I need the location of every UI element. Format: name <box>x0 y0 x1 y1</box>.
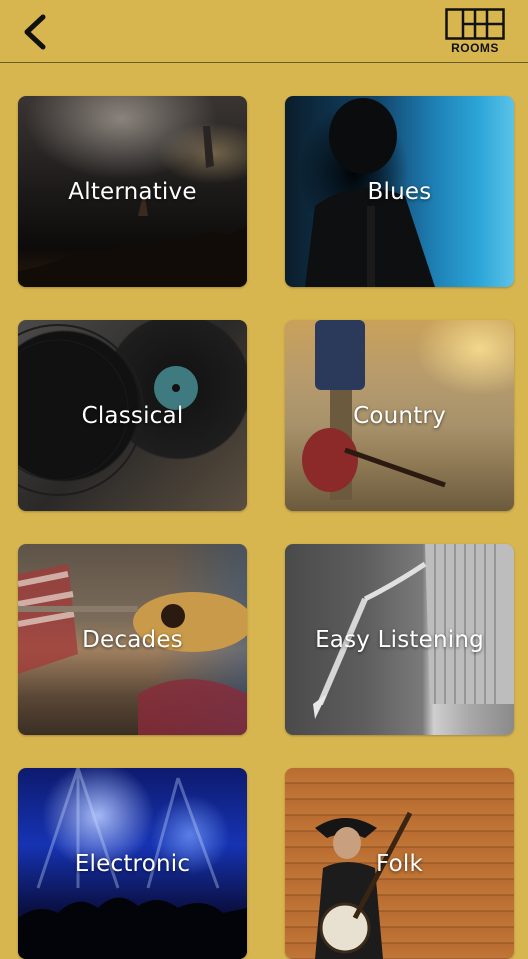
logo-mark-icon <box>445 8 505 40</box>
genre-label: Easy Listening <box>315 626 484 653</box>
genre-label: Decades <box>82 626 183 653</box>
genre-tile-decades[interactable]: Decades <box>18 544 247 735</box>
genre-tile-electronic[interactable]: Electronic <box>18 768 247 959</box>
genre-label: Blues <box>367 178 432 205</box>
top-bar: ROOMS <box>0 0 528 63</box>
logo-text: ROOMS <box>451 41 499 55</box>
back-button[interactable] <box>14 12 54 52</box>
genre-tile-easy-listening[interactable]: Easy Listening <box>285 544 514 735</box>
genre-label: Classical <box>81 402 184 429</box>
genre-tile-folk[interactable]: Folk <box>285 768 514 959</box>
genre-tile-alternative[interactable]: Alternative <box>18 96 247 287</box>
chevron-left-icon <box>24 14 46 50</box>
genre-label: Alternative <box>68 178 197 205</box>
genre-label: Country <box>353 402 446 429</box>
genre-label: Electronic <box>74 850 191 877</box>
genre-tile-blues[interactable]: Blues <box>285 96 514 287</box>
genre-tile-country[interactable]: Country <box>285 320 514 511</box>
rooms-logo: ROOMS <box>444 8 506 58</box>
genre-tile-classical[interactable]: Classical <box>18 320 247 511</box>
genre-label: Folk <box>376 850 423 877</box>
